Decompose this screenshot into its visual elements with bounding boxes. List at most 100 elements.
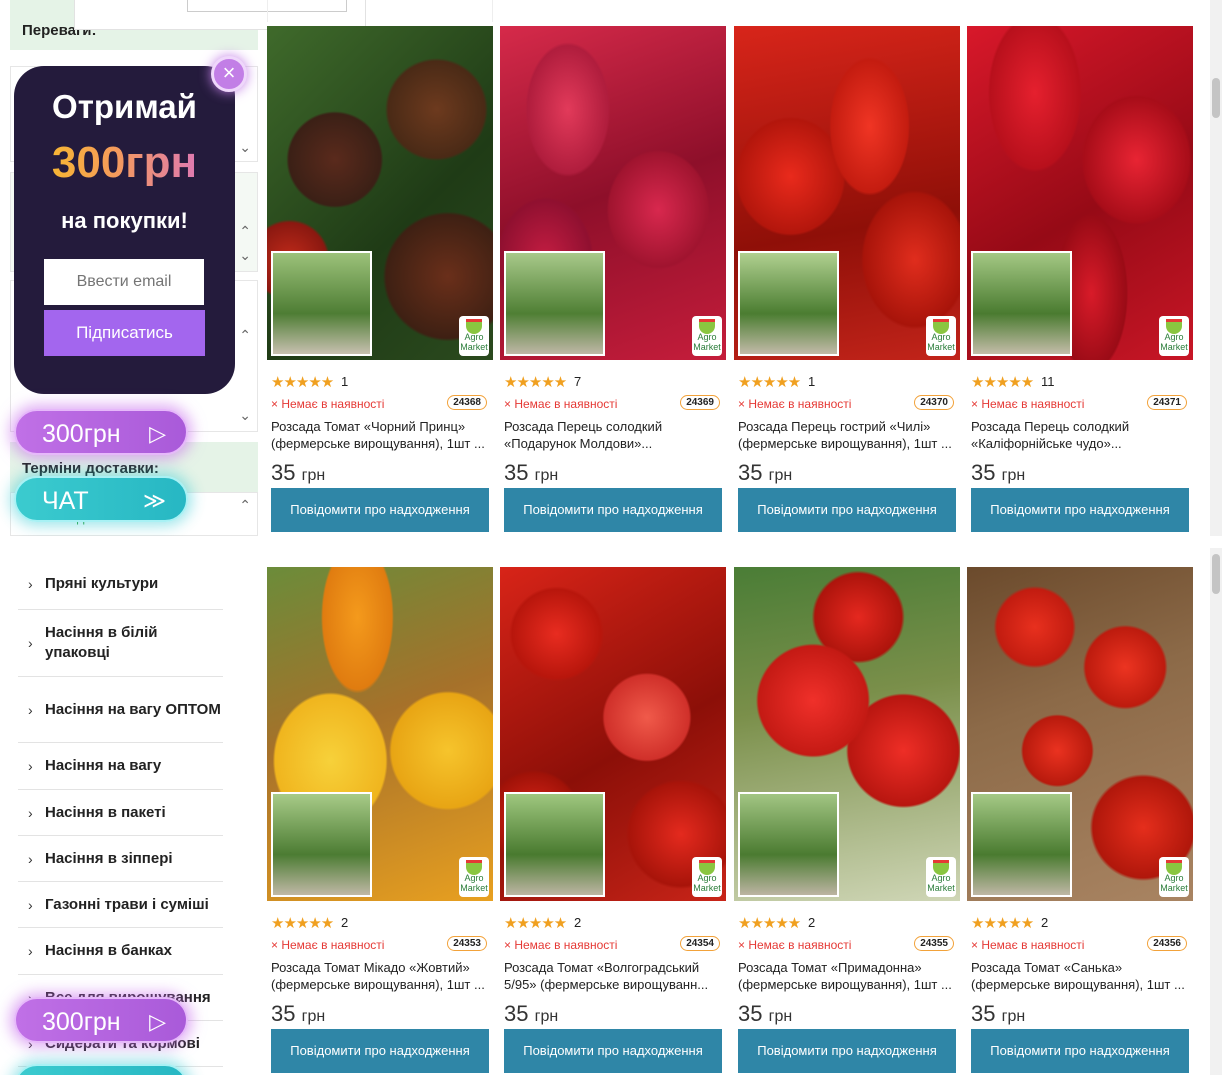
panel-divider <box>0 536 1222 548</box>
product-name[interactable]: Розсада Томат «Волгоградський 5/95» (фер… <box>504 959 722 993</box>
category-item[interactable]: › Насіння в пакеті <box>18 790 223 836</box>
rating-count: 11 <box>1041 374 1055 389</box>
chat-pill-button[interactable]: ЧАТ ≫ <box>14 1064 188 1075</box>
promo-amount: 300грн <box>14 138 235 188</box>
product-name[interactable]: Розсада Перець солодкий «Подарунок Молдо… <box>504 418 722 452</box>
rating-count: 7 <box>574 374 582 389</box>
product-name[interactable]: Розсада Томат «Примадонна» (фермерське в… <box>738 959 956 993</box>
product-name[interactable]: Розсада Томат «Чорний Принц» (фермерське… <box>271 418 489 452</box>
price-value: 35 <box>271 460 296 485</box>
rating-count: 2 <box>341 915 349 930</box>
category-item[interactable]: › Пряні культури <box>18 558 223 610</box>
categories-view-panel: › Пряні культури › Насіння в білій упаковц… <box>0 548 1222 1075</box>
product-image[interactable]: Agro Market <box>267 26 493 360</box>
price-currency: грн <box>301 467 326 484</box>
play-arrow-icon: ▷ <box>149 421 166 446</box>
star-rating: ★★★★★ <box>971 374 1034 391</box>
notify-button[interactable]: Повідомити про надходження <box>971 488 1189 532</box>
page-scrollbar[interactable] <box>1210 0 1222 536</box>
bonus-pill-button[interactable]: 300грн ▷ <box>14 409 188 455</box>
chat-pill-label: ЧАТ <box>42 487 89 515</box>
play-arrow-icon: ▷ <box>149 1009 166 1034</box>
scrollbar-thumb[interactable] <box>1212 78 1220 118</box>
product-price: 35 грн <box>971 460 1025 486</box>
scroll-up-icon[interactable]: ⌃ <box>239 497 251 514</box>
product-image[interactable]: Agro Market <box>967 26 1193 360</box>
category-item[interactable]: › Газонні трави і суміші <box>18 882 223 928</box>
scroll-up-icon[interactable]: ⌃ <box>239 327 251 344</box>
scroll-down-icon[interactable]: ⌄ <box>239 247 251 264</box>
bonus-pill-button[interactable]: 300грн ▷ <box>14 997 188 1043</box>
scrollbar-thumb[interactable] <box>1212 554 1220 594</box>
star-rating: ★★★★★ <box>504 374 567 391</box>
chevron-right-icon: › <box>28 850 33 867</box>
rating-count: 1 <box>341 374 349 389</box>
scroll-up-icon[interactable]: ⌃ <box>239 223 251 240</box>
category-item[interactable]: › Насіння в банках <box>18 928 223 975</box>
product-image[interactable]: Agro Market <box>267 567 493 901</box>
notify-button[interactable]: Повідомити про надходження <box>271 488 489 532</box>
stock-status: × Немає в наявності <box>504 938 618 952</box>
chat-pill-button[interactable]: ЧАТ ≫ <box>14 476 188 522</box>
product-code-badge: 24369 <box>680 395 720 410</box>
star-rating: ★★★★★ <box>271 374 334 391</box>
product-image[interactable]: Agro Market <box>500 26 726 360</box>
price-currency: грн <box>768 467 793 484</box>
agro-market-logo: Agro Market <box>459 857 489 897</box>
category-item[interactable]: › Насіння на вагу <box>18 743 223 790</box>
agro-market-logo: Agro Market <box>926 316 956 356</box>
price-value: 35 <box>971 1001 996 1026</box>
category-label: Насіння в банках <box>45 942 172 959</box>
seedling-thumbnail <box>738 251 839 356</box>
product-image[interactable]: Agro Market <box>734 567 960 901</box>
product-image[interactable]: Agro Market <box>967 567 1193 901</box>
price-value: 35 <box>504 460 529 485</box>
notify-button[interactable]: Повідомити про надходження <box>971 1029 1189 1073</box>
notify-button[interactable]: Повідомити про надходження <box>504 1029 722 1073</box>
subscribe-button[interactable]: Підписатись <box>44 310 205 356</box>
product-name[interactable]: Розсада Перець гострий «Чилі» (фермерськ… <box>738 418 956 452</box>
email-input[interactable] <box>44 259 204 305</box>
category-item[interactable]: › Насіння в зіппері <box>18 836 223 882</box>
product-price: 35 грн <box>971 1001 1025 1027</box>
chevron-right-icon: › <box>28 896 33 913</box>
category-label: Газонні трави і суміші <box>45 895 209 913</box>
notify-button[interactable]: Повідомити про надходження <box>504 488 722 532</box>
star-rating: ★★★★★ <box>738 374 801 391</box>
notify-button[interactable]: Повідомити про надходження <box>738 1029 956 1073</box>
product-price: 35 грн <box>738 1001 792 1027</box>
scroll-down-icon[interactable]: ⌄ <box>239 139 251 156</box>
notify-button[interactable]: Повідомити про надходження <box>738 488 956 532</box>
seedling-thumbnail <box>971 792 1072 897</box>
chevron-right-icon: › <box>28 804 33 821</box>
chevron-right-icon: › <box>28 758 33 774</box>
category-label: Насіння в пакеті <box>45 803 166 821</box>
star-rating: ★★★★★ <box>738 915 801 932</box>
seedling-thumbnail <box>271 251 372 356</box>
category-item[interactable]: › Насіння на вагу ОПТОМ <box>18 677 223 743</box>
agro-market-logo: Agro Market <box>1159 857 1189 897</box>
product-name[interactable]: Розсада Томат Мікадо «Жовтий» (фермерськ… <box>271 959 489 993</box>
product-name[interactable]: Розсада Томат «Санька» (фермерське вирощ… <box>971 959 1189 993</box>
page-scrollbar[interactable] <box>1210 548 1222 1075</box>
product-code-badge: 24353 <box>447 936 487 951</box>
agro-market-logo: Agro Market <box>926 857 956 897</box>
scroll-down-icon[interactable]: ⌄ <box>239 407 251 424</box>
product-image[interactable]: Agro Market <box>500 567 726 901</box>
category-label: Насіння в білій упаковці <box>45 624 158 661</box>
category-item[interactable]: › Насіння в білій упаковці <box>18 610 223 677</box>
product-name[interactable]: Розсада Перець солодкий «Каліфорнійське … <box>971 418 1189 452</box>
notify-button[interactable]: Повідомити про надходження <box>271 1029 489 1073</box>
agro-market-logo: Agro Market <box>459 316 489 356</box>
promo-title: Отримай <box>52 88 197 125</box>
stock-status: × Немає в наявності <box>738 397 852 411</box>
card-edge <box>267 0 493 22</box>
chevron-right-icon: › <box>28 575 33 592</box>
close-icon[interactable]: × <box>211 56 247 92</box>
product-image[interactable]: Agro Market <box>734 26 960 360</box>
price-value: 35 <box>504 1001 529 1026</box>
promo-subtitle: на покупки! <box>61 208 188 233</box>
seedling-thumbnail <box>504 251 605 356</box>
chevron-right-icon: › <box>28 701 33 718</box>
category-label: Насіння на вагу <box>45 757 162 774</box>
